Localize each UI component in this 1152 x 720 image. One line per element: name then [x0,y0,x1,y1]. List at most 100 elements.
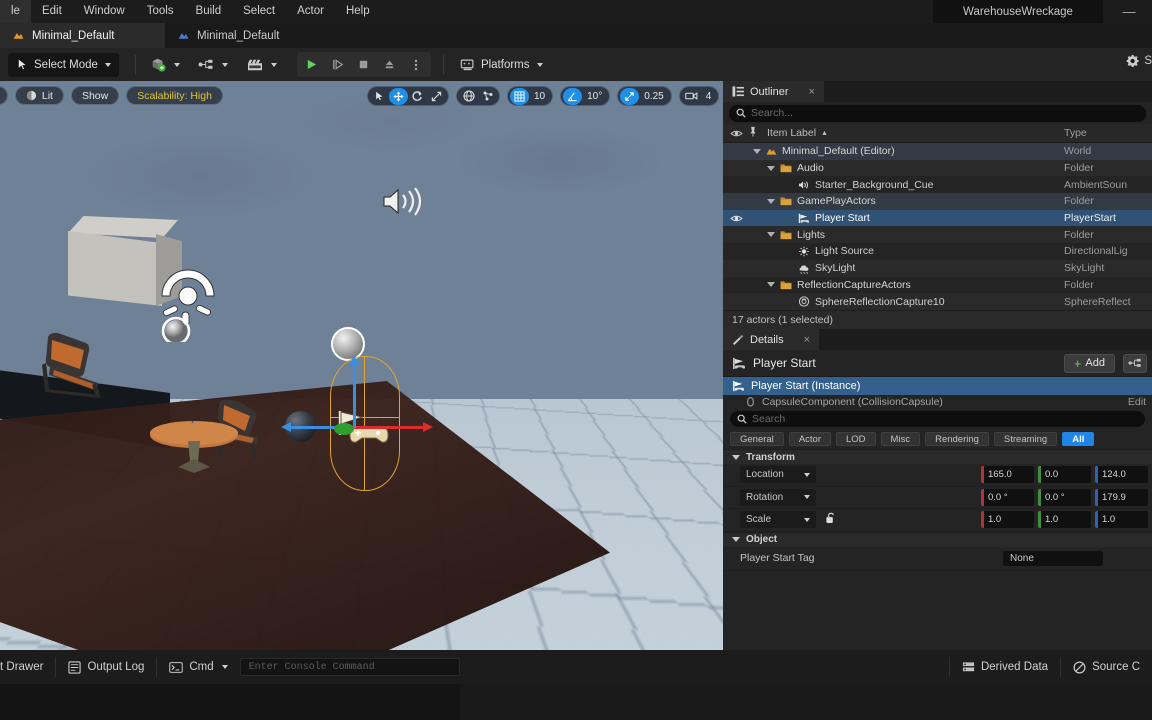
select-tool-button[interactable] [370,88,389,105]
row-visibility-toggle[interactable] [723,214,749,223]
transform-y-input[interactable]: 0.0 [1038,466,1091,484]
details-filter-all[interactable]: All [1062,432,1095,446]
menu-item-select[interactable]: Select [232,0,286,23]
cinematics-button[interactable] [240,53,283,77]
type-column-header[interactable]: Type [1064,127,1152,139]
ambient-sound-icon[interactable] [378,185,426,219]
camera-speed-button[interactable] [682,88,701,105]
transform-z-input[interactable]: 179.9 [1095,488,1148,506]
grid-snap-value[interactable]: 10 [529,91,550,102]
transform-x-input[interactable]: 0.0 ° [981,488,1034,506]
tab-level-editor[interactable]: Minimal_Default [0,23,165,48]
expand-arrow-icon[interactable] [767,165,775,171]
level-viewport[interactable]: erspective Lit Show Scalability: High [0,81,723,650]
outliner-row[interactable]: ReflectionCaptureActors Folder [723,277,1152,294]
rotate-tool-button[interactable] [408,88,427,105]
close-icon[interactable]: × [809,86,815,98]
details-component-row[interactable]: CapsuleComponent (CollisionCapsule) Edit [723,395,1152,408]
world-space-button[interactable] [459,88,478,105]
outliner-row[interactable]: Player Start PlayerStart [723,209,1152,227]
move-tool-button[interactable] [389,87,408,105]
scale-tool-button[interactable] [427,88,446,105]
menu-item-file[interactable]: le [0,0,31,23]
tab-details[interactable]: Details × [723,329,820,350]
transform-mode-dropdown[interactable]: Rotation [740,488,816,506]
item-label-column-header[interactable]: Item Label ▲ [767,127,1064,139]
transform-x-input[interactable]: 1.0 [981,511,1034,529]
viewport-perspective-button[interactable]: erspective [0,86,8,105]
menu-item-help[interactable]: Help [335,0,381,23]
details-filter-actor[interactable]: Actor [788,432,831,446]
details-filter-streaming[interactable]: Streaming [993,432,1058,446]
outliner-row[interactable]: Audio Folder [723,159,1152,177]
pin-column-header[interactable] [749,126,767,140]
close-icon[interactable]: × [804,334,810,346]
cmd-selector-button[interactable]: Cmd [157,650,239,684]
viewport-show-button[interactable]: Show [70,86,120,105]
window-minimize-button[interactable]: — [1112,0,1146,23]
platforms-button[interactable]: Platforms [452,53,551,77]
outliner-row[interactable]: Starter_Background_Cue AmbientSoun [723,176,1152,193]
outliner-row[interactable]: Light Source DirectionalLig [723,243,1152,260]
grid-snap-toggle[interactable] [510,87,529,105]
eye-icon[interactable] [729,214,743,223]
viewport-viewmode-button[interactable]: Lit [14,86,64,105]
tab-secondary-level[interactable]: Minimal_Default [165,23,325,48]
add-actor-button[interactable] [144,53,186,77]
outliner-row[interactable]: Minimal_Default (Editor) World [723,143,1152,160]
transform-z-input[interactable]: 1.0 [1095,511,1148,529]
tab-outliner[interactable]: Outliner × [723,81,824,102]
transform-y-input[interactable]: 1.0 [1038,511,1091,529]
transform-section-header[interactable]: Transform [723,449,1152,464]
outliner-row[interactable]: SkyLight SkyLight [723,259,1152,277]
settings-button[interactable]: S [1125,53,1152,68]
play-button[interactable] [299,52,325,77]
details-filter-rendering[interactable]: Rendering [925,432,989,446]
outliner-row[interactable]: Lights Folder [723,226,1152,244]
expand-arrow-icon[interactable] [767,282,775,288]
directional-light-gizmo[interactable] [152,266,228,342]
gizmo-axis-x[interactable] [352,422,433,432]
viewport-scalability-button[interactable]: Scalability: High [126,86,223,105]
outliner-row[interactable]: GamePlayActors Folder [723,193,1152,210]
expand-arrow-icon[interactable] [767,232,775,238]
details-instance-row[interactable]: Player Start (Instance) [723,377,1152,395]
add-component-button[interactable]: + Add [1063,353,1115,373]
details-filter-row[interactable]: General Actor LOD Misc Rendering Streaming All [723,429,1152,449]
menu-item-window[interactable]: Window [73,0,136,23]
transform-x-input[interactable]: 165.0 [981,466,1034,484]
table-mesh[interactable] [148,421,240,477]
player-start-tag-field[interactable]: None [1003,550,1103,566]
select-mode-button[interactable]: Select Mode [8,52,119,77]
transform-z-input[interactable]: 124.0 [1095,466,1148,484]
derived-data-button[interactable]: Derived Data [950,650,1060,684]
details-filter-general[interactable]: General [730,432,784,446]
scale-snap-value[interactable]: 0.25 [639,91,668,102]
outliner-search-input[interactable]: Search... [729,104,1146,122]
transform-mode-dropdown[interactable]: Location [740,466,816,484]
surface-snap-button[interactable] [478,88,497,105]
output-log-button[interactable]: Output Log [56,650,156,684]
menu-item-edit[interactable]: Edit [31,0,73,23]
gizmo-axis-green[interactable] [334,423,354,435]
menu-item-actor[interactable]: Actor [286,0,335,23]
angle-snap-value[interactable]: 10° [582,91,607,102]
outliner-tree[interactable]: Minimal_Default (Editor) World Audio Folder… [723,143,1152,310]
details-filter-misc[interactable]: Misc [880,432,921,446]
transform-y-input[interactable]: 0.0 ° [1038,488,1091,506]
expand-arrow-icon[interactable] [753,148,761,154]
transform-mode-dropdown[interactable]: Scale [740,511,816,529]
object-section-header[interactable]: Object [723,531,1152,547]
menu-item-build[interactable]: Build [185,0,233,23]
scale-snap-toggle[interactable] [620,87,640,105]
content-drawer-button[interactable]: t Drawer [0,650,55,684]
camera-speed-value[interactable]: 4 [701,91,717,102]
gizmo-axis-z[interactable] [349,355,359,428]
details-search-input[interactable]: Search [730,410,1145,427]
stop-button[interactable] [351,52,377,77]
skip-button[interactable] [325,52,351,77]
blueprint-edit-button[interactable] [1123,353,1147,373]
eject-button[interactable] [377,52,403,77]
console-command-input[interactable]: Enter Console Command [239,658,460,676]
play-options-button[interactable] [403,52,429,77]
